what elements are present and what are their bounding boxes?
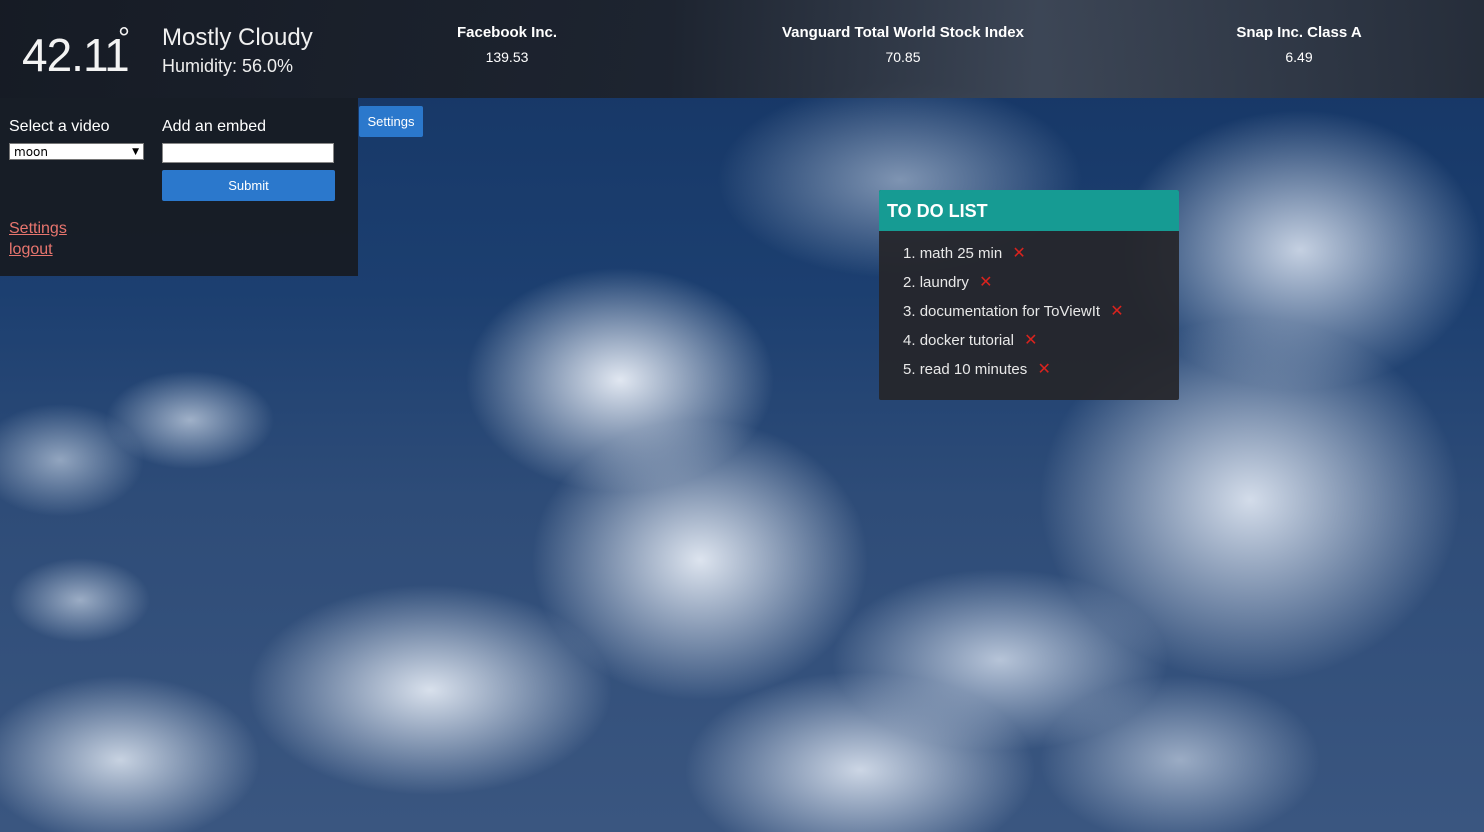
- humidity: Humidity: 56.0%: [162, 56, 294, 76]
- weather-condition: Mostly Cloudy: [162, 24, 313, 51]
- todo-item: 4. docker tutorial ✕: [903, 326, 1179, 355]
- settings-link[interactable]: Settings: [9, 220, 67, 238]
- close-icon[interactable]: ✕: [1012, 245, 1025, 262]
- todo-list: 1. math 25 min ✕ 2. laundry ✕ 3. documen…: [879, 231, 1179, 384]
- video-panel: Select a video moon ▼ Add an embed Submi…: [0, 98, 358, 276]
- stock-price: 139.53: [485, 49, 529, 65]
- todo-item-index: 1.: [903, 245, 916, 262]
- top-bar: 42.11 ° Mostly Cloudy Humidity: 56.0% Fa…: [0, 0, 1484, 98]
- stock-ticker: Snap Inc. Class A 6.49: [1139, 24, 1459, 65]
- todo-item-text: read 10 minutes: [919, 361, 1028, 378]
- stock-name: Facebook Inc.: [456, 24, 558, 41]
- todo-item-index: 3.: [903, 303, 916, 320]
- stock-name: Vanguard Total World Stock Index: [782, 24, 1024, 41]
- todo-item: 5. read 10 minutes ✕: [903, 355, 1179, 384]
- todo-item: 1. math 25 min ✕: [903, 239, 1179, 268]
- submit-button[interactable]: Submit: [162, 170, 335, 201]
- stock-ticker: Vanguard Total World Stock Index 70.85: [743, 24, 1063, 65]
- close-icon[interactable]: ✕: [1110, 303, 1123, 320]
- temperature: 42.11: [22, 29, 130, 81]
- todo-item-index: 2.: [903, 274, 916, 291]
- select-video-label: Select a video: [9, 118, 110, 135]
- todo-item-text: math 25 min: [919, 245, 1003, 262]
- stock-price: 6.49: [1285, 49, 1313, 65]
- video-select[interactable]: moon ▼: [9, 143, 144, 160]
- todo-item-text: docker tutorial: [919, 332, 1014, 349]
- close-icon[interactable]: ✕: [1024, 332, 1037, 349]
- dashboard-page: 42.11 ° Mostly Cloudy Humidity: 56.0% Fa…: [0, 0, 1484, 832]
- stock-price: 70.85: [885, 49, 921, 65]
- logout-link[interactable]: logout: [9, 241, 53, 259]
- chevron-down-icon: ▼: [132, 147, 139, 157]
- add-embed-label: Add an embed: [162, 118, 267, 135]
- close-icon[interactable]: ✕: [1037, 361, 1050, 378]
- todo-item-text: laundry: [919, 274, 969, 291]
- degree-symbol: °: [118, 22, 130, 55]
- todo-item-index: 4.: [903, 332, 916, 349]
- todo-title: TO DO LIST: [879, 190, 1179, 231]
- todo-item: 3. documentation for ToViewIt ✕: [903, 297, 1179, 326]
- todo-item: 2. laundry ✕: [903, 268, 1179, 297]
- todo-item-index: 5.: [903, 361, 916, 378]
- stock-ticker: Facebook Inc. 139.53: [347, 24, 667, 65]
- todo-widget: TO DO LIST 1. math 25 min ✕ 2. laundry ✕…: [879, 190, 1179, 400]
- close-icon[interactable]: ✕: [979, 274, 992, 291]
- settings-button[interactable]: Settings: [359, 106, 423, 137]
- video-select-value: moon: [14, 145, 48, 159]
- embed-input[interactable]: [162, 143, 334, 163]
- todo-item-text: documentation for ToViewIt: [919, 303, 1101, 320]
- stock-name: Snap Inc. Class A: [1236, 24, 1362, 41]
